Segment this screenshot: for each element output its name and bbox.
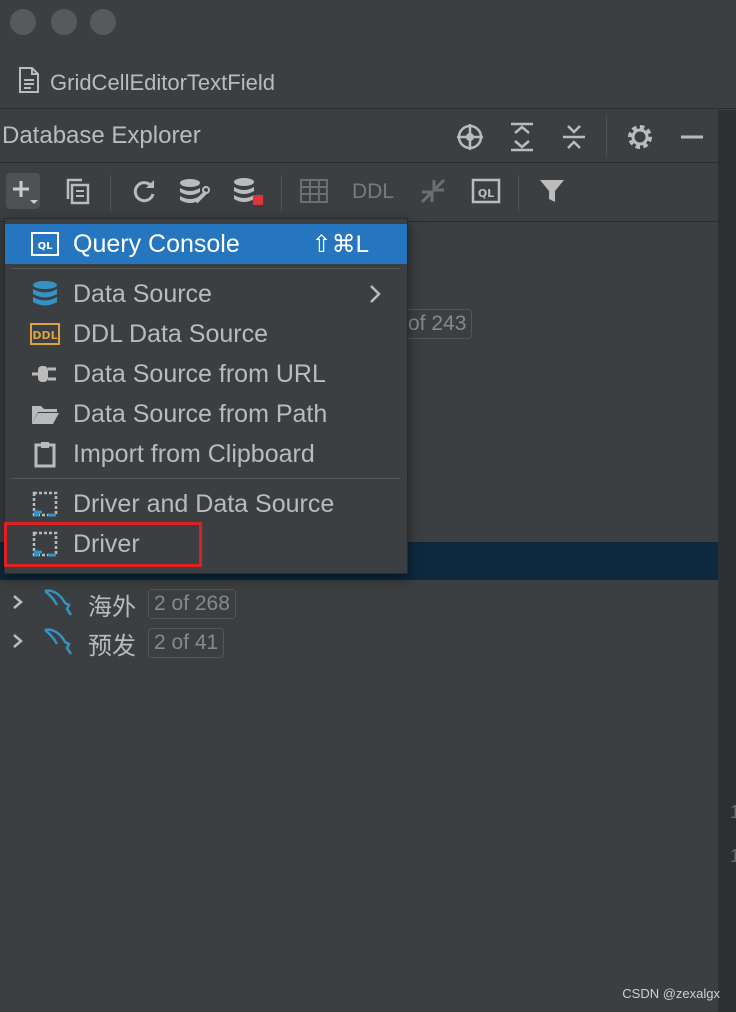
toolbar-divider xyxy=(281,175,282,211)
count-badge: of 243 xyxy=(398,309,473,339)
menu-item-label: DDL Data Source xyxy=(73,319,268,348)
annotation-highlight-box xyxy=(4,522,202,567)
svg-text:QL: QL xyxy=(38,241,54,252)
table-icon[interactable] xyxy=(297,173,331,209)
menu-item-data-source-from-path[interactable]: Data Source from Path xyxy=(5,394,407,434)
zoom-window-button[interactable] xyxy=(90,9,116,35)
menu-item-label: Import from Clipboard xyxy=(73,439,315,468)
ddl-button[interactable]: DDL xyxy=(352,180,394,204)
query-console-icon[interactable]: QL xyxy=(469,173,503,209)
menu-item-data-source-from-url[interactable]: Data Source from URL xyxy=(5,354,407,394)
header-divider xyxy=(606,116,607,156)
mysql-dolphin-icon xyxy=(42,587,76,622)
editor-gutter-strip: 1 1 xyxy=(718,110,736,1012)
shortcut-label: ⇧⌘L xyxy=(311,230,369,258)
menu-item-data-source[interactable]: Data Source xyxy=(5,274,407,314)
svg-text:DDL: DDL xyxy=(32,329,57,342)
refresh-icon[interactable] xyxy=(127,173,161,209)
hide-panel-icon[interactable] xyxy=(677,122,707,152)
close-window-button[interactable] xyxy=(10,9,36,35)
tree-item-label: 预发 xyxy=(88,632,136,660)
menu-item-import-from-clipboard[interactable]: Import from Clipboard xyxy=(5,434,407,474)
query-console-icon: QL xyxy=(29,228,61,260)
clipboard-icon xyxy=(29,438,61,470)
watermark: CSDN @zexalgx xyxy=(622,986,720,1001)
gutter-line-number: 1 xyxy=(730,802,736,822)
file-title: GridCellEditorTextField xyxy=(50,69,275,95)
chevron-right-icon[interactable] xyxy=(10,592,26,617)
menu-item-label: Data Source xyxy=(73,279,212,308)
menu-item-label: Query Console xyxy=(73,229,240,258)
add-popup-menu: QL Query Console ⇧⌘L Data Source DDL DDL… xyxy=(4,218,408,574)
stop-data-source-icon[interactable] xyxy=(231,173,265,209)
ddl-icon: DDL xyxy=(29,318,61,350)
filter-icon[interactable] xyxy=(535,173,569,209)
count-badge: 2 of 268 xyxy=(148,589,236,619)
data-source-properties-icon[interactable] xyxy=(177,173,211,209)
panel-header: Database Explorer xyxy=(0,110,718,163)
mysql-dolphin-icon xyxy=(42,626,76,661)
window-titlebar: GridCellEditorTextField xyxy=(0,0,736,109)
minimize-window-button[interactable] xyxy=(51,9,77,35)
menu-item-ddl-data-source[interactable]: DDL DDL Data Source xyxy=(5,314,407,354)
gutter-line-number: 1 xyxy=(730,846,736,866)
explorer-toolbar: DDL QL xyxy=(0,163,718,222)
compare-icon[interactable] xyxy=(416,173,450,209)
tree-item-label: 海外 xyxy=(88,593,136,621)
gear-icon[interactable] xyxy=(625,122,655,152)
chevron-right-icon[interactable] xyxy=(10,631,26,656)
add-icon[interactable] xyxy=(6,173,40,209)
menu-item-label: Driver and Data Source xyxy=(73,489,335,518)
tree-item[interactable]: 海外 2 of 268 xyxy=(0,584,236,624)
file-title-row: GridCellEditorTextField xyxy=(18,66,275,99)
menu-item-label: Data Source from URL xyxy=(73,359,326,388)
toolbar-divider xyxy=(518,175,519,211)
toolbar-divider xyxy=(110,175,111,211)
svg-text:QL: QL xyxy=(478,187,494,200)
chevron-right-icon xyxy=(367,282,383,311)
driver-icon xyxy=(29,488,61,520)
expand-all-icon[interactable] xyxy=(507,122,537,152)
menu-separator xyxy=(11,478,401,479)
duplicate-icon[interactable] xyxy=(61,173,95,209)
file-icon xyxy=(18,66,40,99)
folder-icon xyxy=(29,398,61,430)
menu-item-driver-and-data-source[interactable]: Driver and Data Source xyxy=(5,484,407,524)
tree-item[interactable]: 预发 2 of 41 xyxy=(0,623,225,663)
panel-title: Database Explorer xyxy=(2,122,201,149)
menu-separator xyxy=(11,268,401,269)
locate-icon[interactable] xyxy=(455,122,485,152)
menu-item-query-console[interactable]: QL Query Console ⇧⌘L xyxy=(5,224,407,264)
count-badge: 2 of 41 xyxy=(148,628,225,658)
data-source-icon xyxy=(29,278,61,310)
menu-item-label: Data Source from Path xyxy=(73,399,328,428)
plug-icon xyxy=(29,358,61,390)
collapse-all-icon[interactable] xyxy=(559,122,589,152)
